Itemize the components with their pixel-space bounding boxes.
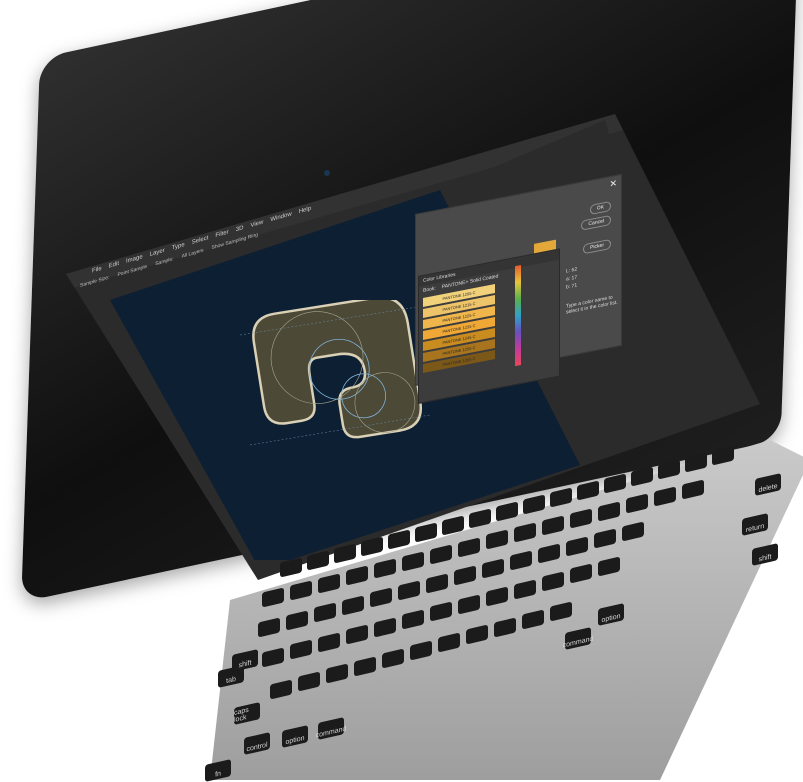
menu-item-type[interactable]: Type (172, 242, 185, 252)
menu-item-layer[interactable]: Layer (150, 248, 165, 258)
cancel-button[interactable]: Cancel (581, 214, 611, 231)
menu-item-help[interactable]: Help (299, 206, 311, 216)
picker-button[interactable]: Picker (583, 238, 611, 255)
book-label: Book: (423, 285, 436, 295)
menu-item-edit[interactable]: Edit (109, 261, 119, 270)
menu-item-filter[interactable]: Filter (215, 229, 228, 239)
menu-item-file[interactable]: File (92, 266, 102, 275)
color-libraries-panel: Color Libraries Book: PANTONE+ Solid Coa… (418, 248, 560, 404)
laptop: File Edit Image Layer Type Select Filter 3D View… (0, 0, 803, 782)
spectrum-slider[interactable] (515, 264, 521, 367)
ok-button[interactable]: OK (589, 200, 611, 216)
lab-b: b: 71 (566, 282, 578, 291)
close-icon[interactable]: ✕ (609, 178, 617, 190)
menu-item-select[interactable]: Select (192, 235, 209, 246)
webcam-icon (324, 170, 330, 176)
logo-artwork (240, 300, 430, 446)
menu-item-view[interactable]: View (250, 219, 263, 229)
lab-values: L: 62 a: 17 b: 71 (566, 265, 577, 291)
menu-item-3d[interactable]: 3D (236, 225, 244, 233)
logo-shape (252, 300, 423, 439)
keyboard-key[interactable] (415, 522, 437, 543)
color-name-hint: Type a color name to select it in the co… (566, 294, 618, 316)
